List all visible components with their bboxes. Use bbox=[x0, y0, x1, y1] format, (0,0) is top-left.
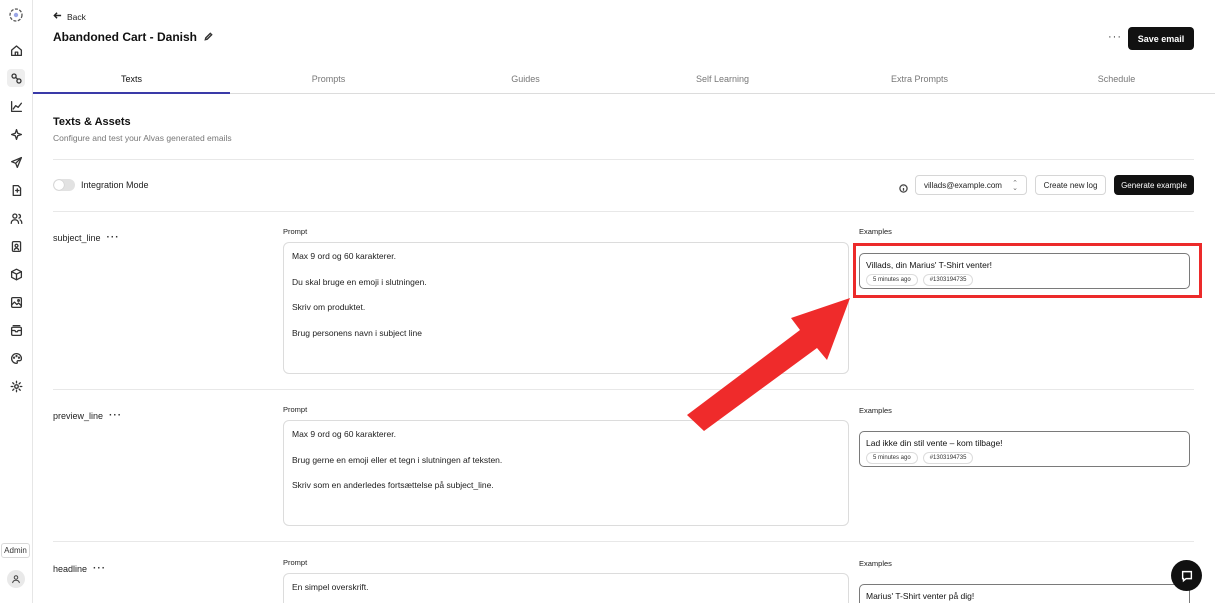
tab-extra-prompts[interactable]: Extra Prompts bbox=[821, 64, 1018, 93]
tab-prompts[interactable]: Prompts bbox=[230, 64, 427, 93]
package-icon[interactable] bbox=[7, 265, 25, 283]
back-label: Back bbox=[67, 11, 86, 22]
chat-support-button[interactable] bbox=[1171, 560, 1202, 591]
connections-icon[interactable] bbox=[7, 69, 25, 87]
save-email-button[interactable]: Save email bbox=[1128, 27, 1194, 50]
create-new-log-button[interactable]: Create new log bbox=[1035, 175, 1106, 195]
divider bbox=[53, 389, 1194, 390]
field-name-label: preview_line bbox=[53, 410, 104, 421]
example-card[interactable]: Marius' T-Shirt venter på dig! bbox=[859, 584, 1190, 603]
prompt-line: Du skal bruge en emoji i slutningen. bbox=[292, 276, 427, 287]
field-name-label: subject_line bbox=[53, 232, 101, 243]
prompt-line: Max 9 ord og 60 karakterer. bbox=[292, 251, 396, 261]
arrow-left-icon bbox=[53, 11, 62, 22]
chevron-up-down-icon: ⌃ ⌄ bbox=[1012, 180, 1018, 192]
prompt-label: Prompt bbox=[283, 558, 308, 567]
integration-mode-toggle[interactable] bbox=[53, 179, 75, 191]
field-more-button[interactable]: ··· bbox=[93, 563, 106, 574]
prompt-line: Brug gerne en emoji eller et tegn i slut… bbox=[292, 454, 503, 465]
prompt-line: Skriv som en anderledes fortsættelse på … bbox=[292, 480, 494, 490]
left-nav-rail: Admin bbox=[0, 0, 33, 603]
example-card[interactable]: Lad ikke din stil vente – kom tilbage! 5… bbox=[859, 431, 1190, 467]
section-title: Texts & Assets bbox=[53, 116, 131, 128]
more-options-button[interactable]: ··· bbox=[1108, 31, 1122, 43]
settings-icon[interactable] bbox=[7, 377, 25, 395]
pencil-icon[interactable] bbox=[204, 30, 213, 44]
users-icon[interactable] bbox=[7, 209, 25, 227]
prompt-textarea[interactable]: Max 9 ord og 60 karakterer. Brug gerne e… bbox=[283, 420, 849, 526]
integration-mode-label: Integration Mode bbox=[81, 180, 149, 190]
field-preview-line: preview_line ··· bbox=[53, 410, 122, 421]
home-icon[interactable] bbox=[7, 41, 25, 59]
example-text: Marius' T-Shirt venter på dig! bbox=[866, 591, 975, 601]
highlight-box bbox=[853, 243, 1202, 298]
field-name-label: headline bbox=[53, 563, 88, 574]
send-icon[interactable] bbox=[7, 153, 25, 171]
prompt-label: Prompt bbox=[283, 227, 308, 236]
email-select[interactable]: villads@example.com ⌃ ⌄ bbox=[915, 175, 1027, 195]
example-text: Lad ikke din stil vente – kom tilbage! bbox=[866, 438, 1003, 448]
flow-icon[interactable] bbox=[7, 181, 25, 199]
prompt-line: En simpel overskrift. bbox=[292, 582, 369, 592]
logo-icon[interactable] bbox=[8, 7, 24, 23]
contact-card-icon[interactable] bbox=[7, 237, 25, 255]
mail-stack-icon[interactable] bbox=[7, 321, 25, 339]
divider bbox=[53, 211, 1194, 212]
section-subtitle: Configure and test your Alvas generated … bbox=[53, 133, 232, 143]
generate-example-button[interactable]: Generate example bbox=[1114, 175, 1194, 195]
divider bbox=[53, 159, 1194, 160]
tab-guides[interactable]: Guides bbox=[427, 64, 624, 93]
field-more-button[interactable]: ··· bbox=[107, 232, 120, 243]
prompt-textarea[interactable]: En simpel overskrift. bbox=[283, 573, 849, 603]
examples-label: Examples bbox=[859, 227, 892, 236]
example-time-chip: 5 minutes ago bbox=[866, 452, 918, 464]
example-id-chip: #1303194735 bbox=[922, 452, 974, 464]
divider bbox=[53, 541, 1194, 542]
info-icon[interactable] bbox=[899, 180, 908, 193]
page-title: Abandoned Cart - Danish bbox=[53, 30, 213, 44]
tab-self-learning[interactable]: Self Learning bbox=[624, 64, 821, 93]
admin-badge[interactable]: Admin bbox=[1, 543, 30, 558]
tab-bar: Texts Prompts Guides Self Learning Extra… bbox=[33, 64, 1215, 94]
email-select-value: villads@example.com bbox=[924, 180, 1002, 190]
chat-icon bbox=[1181, 570, 1192, 582]
avatar[interactable] bbox=[7, 570, 25, 588]
annotation-arrow-icon bbox=[687, 298, 850, 431]
sparkle-icon[interactable] bbox=[7, 125, 25, 143]
examples-label: Examples bbox=[859, 406, 892, 415]
prompt-label: Prompt bbox=[283, 405, 308, 414]
tab-schedule[interactable]: Schedule bbox=[1018, 64, 1215, 93]
palette-icon[interactable] bbox=[7, 349, 25, 367]
field-headline: headline ··· bbox=[53, 563, 106, 574]
examples-label: Examples bbox=[859, 559, 892, 568]
field-subject-line: subject_line ··· bbox=[53, 232, 120, 243]
tab-texts[interactable]: Texts bbox=[33, 64, 230, 94]
page-title-text: Abandoned Cart - Danish bbox=[53, 30, 198, 44]
chart-icon[interactable] bbox=[7, 97, 25, 115]
back-link[interactable]: Back bbox=[53, 11, 86, 22]
gallery-icon[interactable] bbox=[7, 293, 25, 311]
field-more-button[interactable]: ··· bbox=[109, 410, 122, 421]
